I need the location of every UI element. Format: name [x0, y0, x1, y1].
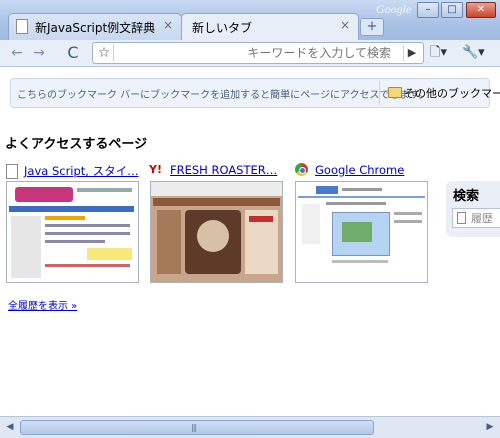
scrollbar-thumb[interactable]: ||| — [20, 420, 374, 435]
show-full-history-link[interactable]: 全履歴を表示 » — [8, 297, 77, 312]
close-icon[interactable]: × — [163, 18, 173, 32]
wrench-menu-button[interactable]: 🔧▾ — [462, 43, 492, 63]
most-visited-link-javascript[interactable]: Java Script, スタイ… — [24, 163, 139, 179]
chrome-icon-center — [299, 167, 306, 174]
tab-new-tab[interactable]: 新しいタブ × — [181, 13, 359, 41]
google-brand-label: Google — [376, 2, 412, 16]
navigation-toolbar: ← → C ☆ ▶ 🗋▾ 🔧▾ — [0, 40, 500, 67]
folder-icon — [388, 87, 402, 98]
yahoo-icon: Y! — [149, 163, 162, 176]
most-visited-link-google-chrome[interactable]: Google Chrome — [315, 163, 404, 177]
history-search-text: 履歴 — [471, 212, 493, 225]
bookmark-bar: こちらのブックマーク バーにブックマークを追加すると簡単にページにアクセスできま… — [10, 78, 500, 108]
title-bar: Google – □ ✕ 新JavaScript例文辞典 × 新しいタブ × + — [0, 0, 500, 41]
most-visited-thumbnail[interactable] — [6, 181, 139, 283]
new-tab-button[interactable]: + — [360, 18, 384, 36]
most-visited-thumbnail[interactable] — [295, 181, 428, 283]
other-bookmarks-label: その他のブックマーク — [404, 87, 500, 100]
maximize-button[interactable]: □ — [441, 2, 463, 18]
new-tab-page: こちらのブックマーク バーにブックマークを追加すると簡単にページにアクセスできま… — [0, 67, 500, 416]
history-search-input[interactable]: 履歴 — [452, 208, 500, 228]
page-icon — [6, 164, 18, 179]
forward-button[interactable]: → — [28, 43, 50, 63]
close-window-button[interactable]: ✕ — [466, 2, 496, 18]
search-panel: 検索 履歴 — [446, 181, 500, 237]
search-panel-title: 検索 — [453, 189, 480, 204]
go-button[interactable]: ▶ — [403, 45, 420, 61]
page-icon — [457, 212, 466, 224]
page-icon — [16, 19, 28, 34]
tab-label: 新しいタブ — [192, 21, 253, 35]
bookmark-bar-hint: こちらのブックマーク バーにブックマークを追加すると簡単にページにアクセスできま… — [17, 90, 429, 101]
other-bookmarks-button[interactable]: その他のブックマーク — [379, 81, 500, 105]
address-search-input[interactable] — [119, 44, 391, 62]
most-visited-heading: よくアクセスするページ — [5, 137, 148, 152]
scroll-right-arrow-icon[interactable]: ▶ — [483, 419, 497, 435]
omnibox[interactable]: ☆ ▶ — [92, 42, 424, 64]
most-visited-thumbnail[interactable] — [150, 181, 283, 283]
tab-label: 新JavaScript例文辞典 — [35, 21, 156, 35]
bookmark-star-icon[interactable]: ☆ — [95, 44, 114, 62]
page-menu-button[interactable]: 🗋▾ — [430, 43, 458, 63]
horizontal-scrollbar[interactable]: ◀ ||| ▶ — [0, 416, 500, 438]
back-button[interactable]: ← — [6, 43, 28, 63]
scrollbar-grip-icon: ||| — [191, 423, 197, 432]
scroll-left-arrow-icon[interactable]: ◀ — [3, 419, 17, 435]
most-visited-link-fresh-roaster[interactable]: FRESH ROASTER… — [170, 163, 277, 177]
minimize-button[interactable]: – — [417, 2, 439, 18]
close-icon[interactable]: × — [340, 18, 350, 32]
tab-javascript-dictionary[interactable]: 新JavaScript例文辞典 × — [8, 13, 182, 41]
reload-button[interactable]: C — [62, 43, 84, 63]
